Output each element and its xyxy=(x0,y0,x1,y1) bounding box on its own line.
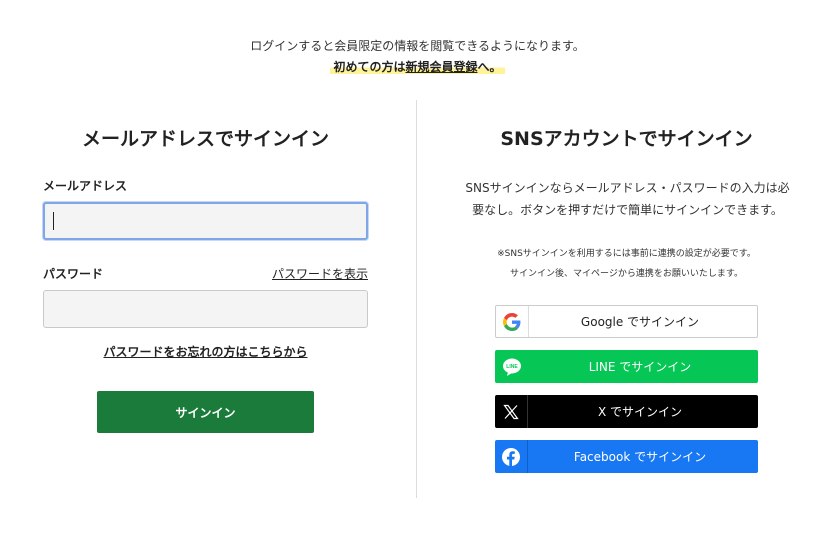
google-signin-button[interactable]: Google でサインイン xyxy=(495,305,758,338)
x-signin-button[interactable]: X でサインイン xyxy=(495,395,758,428)
email-signin-title: メールアドレスでサインイン xyxy=(81,128,329,150)
x-signin-label: X でサインイン xyxy=(597,405,683,419)
line-icon: LINE xyxy=(495,350,528,383)
x-icon xyxy=(495,395,528,428)
email-input[interactable] xyxy=(43,202,368,240)
email-label: メールアドレス xyxy=(43,179,128,193)
sns-description: SNSサインインならメールアドレス・パスワードの入力は必 要なし。ボタンを押すだ… xyxy=(455,177,800,221)
password-label: パスワード xyxy=(43,267,104,281)
login-notice: ログインすると会員限定の情報を閲覧できるようになります。 xyxy=(250,39,585,53)
sns-signin-title: SNSアカウントでサインイン xyxy=(500,128,753,150)
forgot-password-link[interactable]: パスワードをお忘れの方はこちらから xyxy=(43,343,368,360)
show-password-link[interactable]: パスワードを表示 xyxy=(272,265,368,282)
text-cursor xyxy=(53,212,54,230)
facebook-icon xyxy=(495,440,528,473)
svg-text:LINE: LINE xyxy=(506,364,518,370)
google-icon xyxy=(496,306,529,337)
register-link[interactable]: 新規会員登録 xyxy=(405,60,477,74)
google-signin-label: Google でサインイン xyxy=(580,315,700,329)
column-divider xyxy=(416,100,417,498)
facebook-signin-button[interactable]: Facebook でサインイン xyxy=(495,440,758,473)
register-notice: 初めての方は新規会員登録へ。 xyxy=(0,58,835,75)
line-signin-label: LINE でサインイン xyxy=(588,360,692,374)
sns-note-line2: サインイン後、マイページから連携をお願いいたします。 xyxy=(510,269,743,279)
register-notice-suffix: へ。 xyxy=(477,60,502,74)
signin-button[interactable]: サインイン xyxy=(97,391,314,433)
password-input[interactable] xyxy=(43,290,368,328)
line-signin-button[interactable]: LINE LINE でサインイン xyxy=(495,350,758,383)
sns-description-line2: 要なし。ボタンを押すだけで簡単にサインインできます。 xyxy=(472,203,783,217)
register-notice-highlight: 初めての方は新規会員登録へ。 xyxy=(330,60,505,74)
sns-description-line1: SNSサインインならメールアドレス・パスワードの入力は必 xyxy=(465,181,790,195)
signin-page: ログインすると会員限定の情報を閲覧できるようになります。 初めての方は新規会員登… xyxy=(0,0,835,539)
facebook-signin-label: Facebook でサインイン xyxy=(573,450,707,464)
sns-note-line1: ※SNSサインインを利用するには事前に連携の設定が必要です。 xyxy=(497,249,756,259)
register-notice-prefix: 初めての方は xyxy=(333,60,406,74)
